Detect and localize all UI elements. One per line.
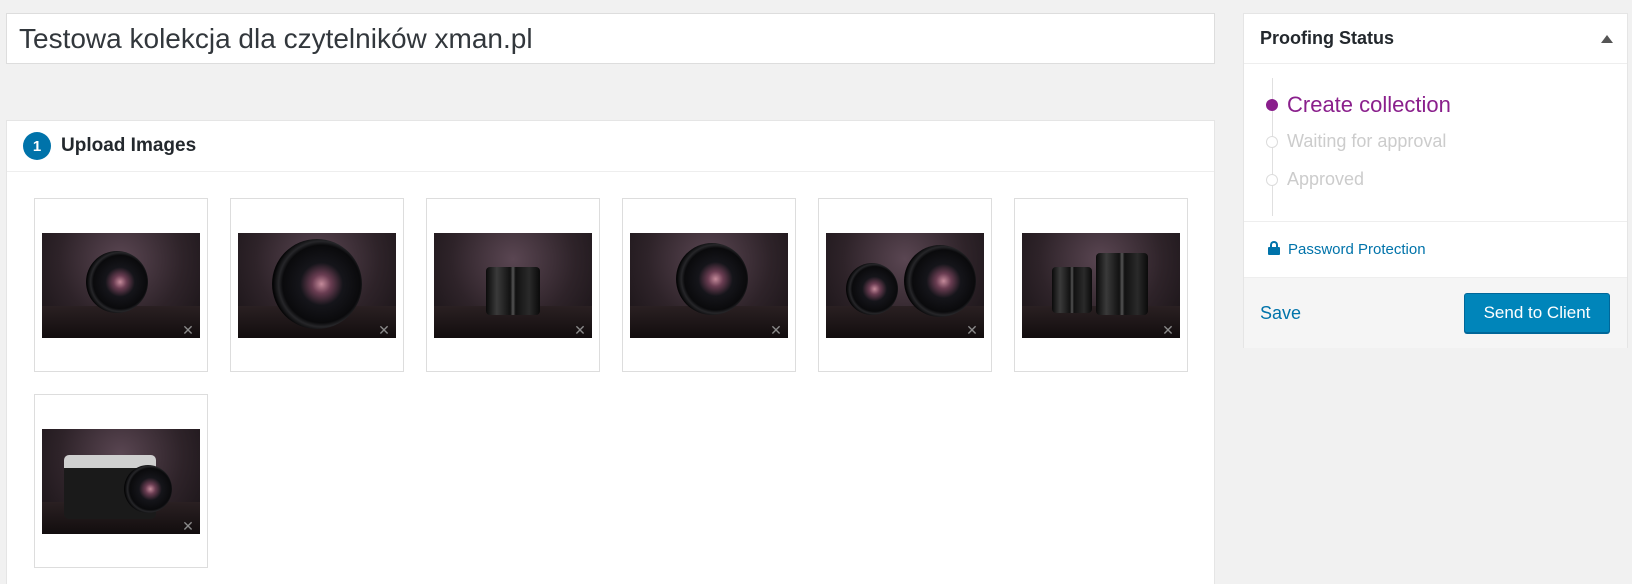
step-label: Approved — [1287, 169, 1365, 189]
image-thumbnail[interactable]: ✕ — [426, 198, 600, 372]
collapse-arrow-icon[interactable] — [1601, 34, 1613, 43]
step-dot-icon — [1266, 135, 1278, 148]
lens-photo: ✕ — [42, 233, 200, 338]
image-thumbnail[interactable]: ✕ — [622, 198, 796, 372]
lens-photo: ✕ — [826, 233, 984, 338]
upload-panel-header: 1 Upload Images — [7, 121, 1214, 172]
proofing-actions: Save Send to Client — [1244, 278, 1627, 348]
lens-photo: ✕ — [238, 233, 396, 338]
step-dot-icon — [1266, 99, 1278, 111]
password-protection-link[interactable]: Password Protection — [1288, 241, 1426, 258]
remove-image-icon[interactable]: ✕ — [182, 519, 194, 533]
camera-photo: ✕ — [42, 429, 200, 534]
step-label: Create collection — [1287, 92, 1451, 117]
collection-title-input[interactable] — [7, 14, 1214, 63]
remove-image-icon[interactable]: ✕ — [182, 323, 194, 337]
remove-image-icon[interactable]: ✕ — [770, 323, 782, 337]
proofing-steps: Create collection Waiting for approval A… — [1244, 64, 1627, 222]
image-thumbnail[interactable]: ✕ — [1014, 198, 1188, 372]
proofing-status-panel: Proofing Status Create collection Waitin… — [1243, 13, 1628, 348]
send-to-client-button[interactable]: Send to Client — [1464, 293, 1610, 333]
proofing-status-header: Proofing Status — [1244, 14, 1627, 64]
lock-icon — [1268, 240, 1280, 255]
lens-photo: ✕ — [630, 233, 788, 338]
step-number-badge: 1 — [23, 132, 51, 160]
collection-title-box — [6, 13, 1215, 64]
step-approved: Approved — [1266, 169, 1364, 190]
step-dot-icon — [1266, 173, 1278, 186]
image-thumbnail[interactable]: ✕ — [230, 198, 404, 372]
image-thumbnail[interactable]: ✕ — [34, 198, 208, 372]
remove-image-icon[interactable]: ✕ — [574, 323, 586, 337]
step-label: Waiting for approval — [1287, 131, 1447, 151]
remove-image-icon[interactable]: ✕ — [378, 323, 390, 337]
image-thumbnail[interactable]: ✕ — [34, 394, 208, 568]
remove-image-icon[interactable]: ✕ — [1162, 323, 1174, 337]
upload-panel-title: Upload Images — [61, 135, 197, 156]
save-link[interactable]: Save — [1260, 303, 1301, 324]
lens-photo: ✕ — [1022, 233, 1180, 338]
password-protection-row: Password Protection — [1244, 222, 1627, 278]
step-waiting-for-approval: Waiting for approval — [1266, 131, 1446, 152]
proofing-status-title: Proofing Status — [1260, 28, 1394, 48]
lens-photo: ✕ — [434, 233, 592, 338]
image-thumbnail[interactable]: ✕ — [818, 198, 992, 372]
upload-images-panel: 1 Upload Images ✕ ✕ ✕ ✕ ✕ ✕ ✕ — [6, 120, 1215, 584]
step-create-collection: Create collection — [1266, 92, 1451, 118]
remove-image-icon[interactable]: ✕ — [966, 323, 978, 337]
